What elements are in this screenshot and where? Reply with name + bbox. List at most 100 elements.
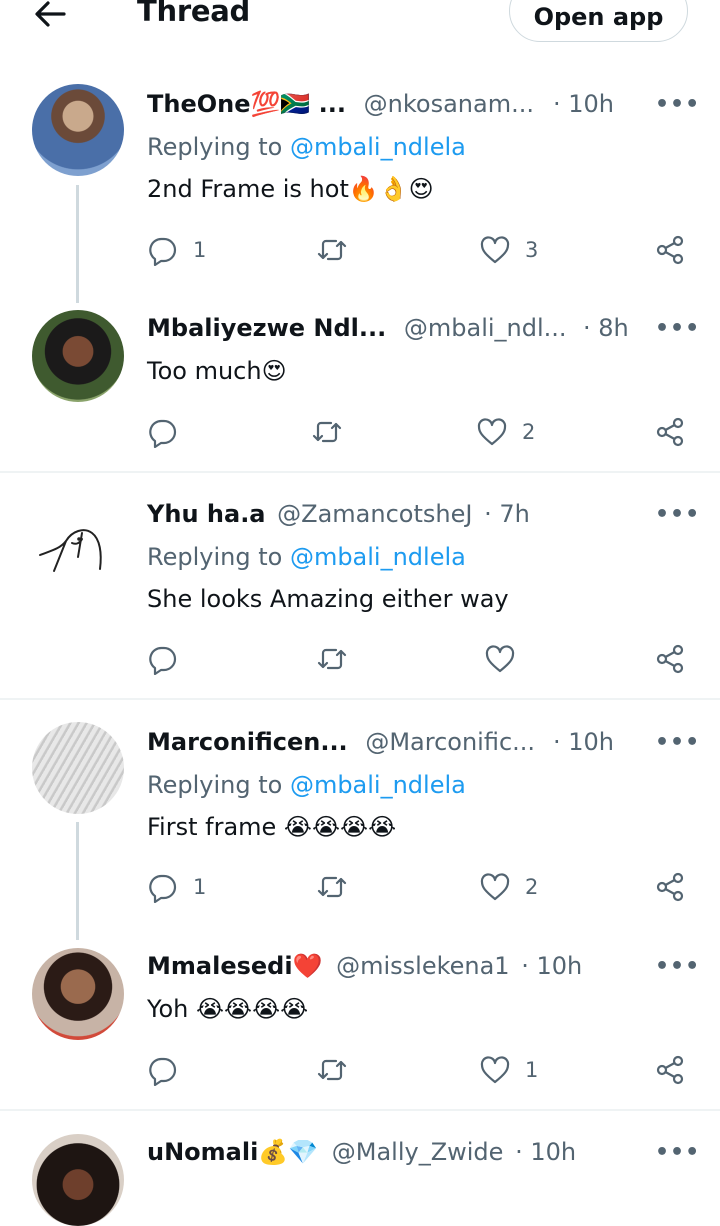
retweet-icon [317, 1059, 347, 1081]
divider [0, 1109, 720, 1111]
like-icon [480, 236, 510, 264]
user-handle[interactable]: @misslekena1 [336, 952, 509, 980]
reply-icon [149, 419, 177, 448]
open-app-button[interactable]: Open app [509, 0, 688, 42]
reply-icon [149, 1057, 177, 1086]
user-handle[interactable]: @ZamancotsheJ [277, 500, 472, 528]
avatar[interactable] [32, 310, 124, 402]
share-icon [656, 644, 684, 674]
top-bar: Thread Open app [0, 0, 720, 56]
reply-icon [149, 646, 177, 675]
display-name[interactable]: TheOne💯🇿🇦 ... [147, 90, 346, 118]
like-button[interactable]: 2 [476, 414, 535, 450]
back-arrow-icon[interactable] [30, 0, 70, 30]
avatar[interactable] [32, 497, 124, 589]
sketch-drawing [39, 529, 102, 572]
retweet-icon [317, 648, 347, 670]
tweet-actions [0, 641, 720, 677]
tweet-text: Yoh 😭😭😭😭 [147, 995, 309, 1023]
tweet-actions: 1 [0, 1052, 720, 1088]
retweet-icon [312, 421, 342, 443]
reply-count: 1 [193, 875, 207, 899]
retweet-button[interactable] [316, 232, 362, 268]
like-button[interactable]: 3 [479, 232, 538, 268]
reply-button[interactable] [147, 1052, 193, 1088]
more-icon[interactable]: ••• [655, 502, 700, 527]
mention-link[interactable]: @mbali_ndlela [290, 133, 466, 161]
replying-to: Replying to @mbali_ndlela [147, 771, 466, 799]
like-icon [477, 418, 507, 446]
share-button[interactable] [654, 641, 686, 677]
like-icon [485, 645, 515, 673]
retweet-button[interactable] [316, 1052, 362, 1088]
retweet-icon [317, 876, 347, 898]
reply-button[interactable] [147, 414, 193, 450]
timestamp[interactable]: · 10h [553, 90, 614, 118]
timestamp[interactable]: · 10h [553, 728, 614, 756]
reply-button[interactable]: 1 [147, 232, 206, 268]
user-handle[interactable]: @Marconific... [365, 728, 535, 756]
timestamp[interactable]: · 10h [521, 952, 582, 980]
user-handle[interactable]: @Mally_Zwide [332, 1138, 504, 1166]
like-icon [480, 1056, 510, 1084]
reply-icon [149, 237, 177, 266]
more-icon[interactable]: ••• [655, 92, 700, 117]
share-icon [656, 1055, 684, 1085]
tweet-text: 2nd Frame is hot🔥👌😍 [147, 175, 434, 203]
tweet-text: She looks Amazing either way [147, 585, 509, 613]
tweet-text: Too much😍 [147, 357, 287, 385]
like-icon [480, 873, 510, 901]
mention-link[interactable]: @mbali_ndlela [290, 771, 466, 799]
share-button[interactable] [654, 232, 686, 268]
divider [0, 471, 720, 473]
retweet-button[interactable] [311, 414, 357, 450]
like-button[interactable] [484, 641, 530, 677]
avatar[interactable] [32, 722, 124, 814]
replying-to: Replying to @mbali_ndlela [147, 543, 466, 571]
retweet-icon [317, 239, 347, 261]
display-name[interactable]: uNomali💰💎 [147, 1138, 318, 1166]
display-name[interactable]: Yhu ha.a [147, 500, 266, 528]
tweet-actions: 1 3 [0, 232, 720, 268]
more-icon[interactable]: ••• [655, 1140, 700, 1165]
replying-to: Replying to @mbali_ndlela [147, 133, 466, 161]
more-icon[interactable]: ••• [655, 316, 700, 341]
retweet-button[interactable] [316, 869, 362, 905]
like-count: 1 [525, 1058, 539, 1082]
replying-label: Replying to [147, 771, 290, 799]
tweet-actions: 1 2 [0, 869, 720, 905]
share-icon [656, 872, 684, 902]
like-count: 3 [525, 238, 539, 262]
mention-link[interactable]: @mbali_ndlela [290, 543, 466, 571]
retweet-button[interactable] [316, 641, 362, 677]
user-handle[interactable]: @nkosanam... [364, 90, 534, 118]
timestamp[interactable]: · 7h [484, 500, 530, 528]
tweet-actions: 2 [0, 414, 720, 450]
share-button[interactable] [654, 1052, 686, 1088]
reply-icon [149, 874, 177, 903]
like-button[interactable]: 2 [479, 869, 538, 905]
share-icon [656, 235, 684, 265]
avatar[interactable] [32, 948, 124, 1040]
display-name[interactable]: Mmalesedi❤️ [147, 952, 322, 980]
avatar[interactable] [32, 1134, 124, 1226]
reply-button[interactable] [147, 641, 193, 677]
tweet-text: First frame 😭😭😭😭 [147, 813, 397, 841]
display-name[interactable]: Marconificen... [147, 728, 348, 756]
reply-button[interactable]: 1 [147, 869, 206, 905]
share-button[interactable] [654, 414, 686, 450]
page-title: Thread [137, 0, 250, 28]
display-name[interactable]: Mbaliyezwe Ndl... [147, 314, 386, 342]
share-button[interactable] [654, 869, 686, 905]
avatar[interactable] [32, 84, 124, 176]
user-handle[interactable]: @mbali_ndl... [404, 314, 567, 342]
reply-count: 1 [193, 238, 207, 262]
more-icon[interactable]: ••• [655, 954, 700, 979]
timestamp[interactable]: · 10h [515, 1138, 576, 1166]
more-icon[interactable]: ••• [655, 730, 700, 755]
share-icon [656, 417, 684, 447]
replying-label: Replying to [147, 133, 290, 161]
timestamp[interactable]: · 8h [583, 314, 629, 342]
replying-label: Replying to [147, 543, 290, 571]
like-button[interactable]: 1 [479, 1052, 538, 1088]
